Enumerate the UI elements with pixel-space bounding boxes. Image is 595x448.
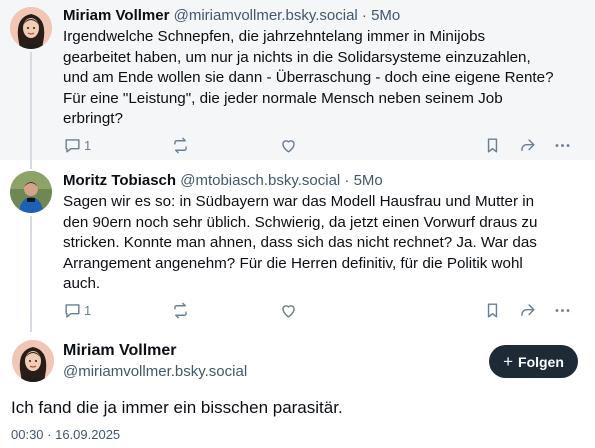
reply-icon (65, 303, 80, 318)
plus-icon: + (503, 352, 514, 371)
post-text-line: Für eine "Leistung", die jeder normale M… (63, 89, 503, 107)
more-button[interactable] (553, 133, 572, 157)
post-text-line: den 90ern noch sehr üblich. Schwierig, d… (63, 213, 538, 231)
main-post-text: Ich fand die ja immer ein bisschen paras… (11, 398, 343, 417)
post-text-line: Sagen wir es so: in Südbayern war das Mo… (63, 193, 535, 210)
follow-label: Folgen (518, 353, 564, 370)
author-name[interactable]: Moritz Tobiasch (63, 172, 176, 189)
thread-post-2[interactable]: Moritz Tobiasch @mtobiasch.bsky.social ·… (0, 160, 595, 332)
reply-count: 1 (84, 137, 92, 153)
bookmark-button[interactable] (483, 298, 502, 322)
main-post-timestamp[interactable]: 00:30 · 16.09.2025 (11, 427, 120, 442)
thread-line (30, 216, 32, 332)
post-time[interactable]: 5Mo (371, 7, 400, 24)
reply-button[interactable]: 1 (63, 298, 91, 322)
post-text-line: auch. (63, 275, 101, 292)
post-text-line: erbringt? (63, 110, 123, 127)
repost-icon (174, 302, 187, 318)
author-handle[interactable]: @mtobiasch.bsky.social (180, 172, 340, 189)
repost-button[interactable] (171, 133, 190, 157)
separator: · (344, 172, 350, 189)
thread-post-1[interactable]: Miriam Vollmer @miriamvollmer.bsky.socia… (0, 0, 595, 160)
share-icon (521, 138, 535, 151)
like-icon (282, 139, 295, 153)
avatar-woman-icon[interactable] (12, 340, 54, 382)
post-time[interactable]: 5Mo (354, 172, 383, 189)
post-actions: 1 (63, 298, 583, 322)
post-header: Miriam Vollmer @miriamvollmer.bsky.socia… (63, 6, 400, 26)
repost-button[interactable] (171, 298, 190, 322)
bookmark-icon (487, 137, 498, 153)
thread-line (30, 52, 32, 160)
main-author-name[interactable]: Miriam Vollmer (63, 342, 177, 360)
post-text-line: und am Ende wollen sie dann - Überraschu… (63, 69, 554, 86)
like-icon (282, 304, 295, 318)
post-text: Irgendwelche Schnepfen, die jahrzehntela… (63, 27, 583, 130)
post-text-line: Arrangement angenehm? Für die Herren def… (63, 254, 523, 272)
share-button[interactable] (518, 133, 537, 157)
post-text-line: stricken. Konnte man ahnen, dass sich da… (63, 234, 537, 251)
author-handle[interactable]: @miriamvollmer.bsky.social (174, 7, 358, 24)
more-icon (555, 143, 570, 147)
main-author-handle[interactable]: @miriamvollmer.bsky.social (63, 363, 247, 380)
reply-count: 1 (84, 302, 92, 318)
post-text: Sagen wir es so: in Südbayern war das Mo… (63, 192, 583, 295)
share-button[interactable] (518, 298, 537, 322)
repost-icon (174, 137, 187, 153)
more-button[interactable] (553, 298, 572, 322)
avatar-man-icon[interactable] (10, 171, 52, 213)
avatar-woman-icon[interactable] (10, 7, 52, 49)
reply-icon (65, 138, 80, 153)
reply-button[interactable]: 1 (63, 133, 91, 157)
like-button[interactable] (279, 298, 298, 322)
like-button[interactable] (279, 133, 298, 157)
separator: · (361, 7, 367, 24)
follow-button[interactable]: + Folgen (489, 345, 578, 378)
post-actions: 1 (63, 133, 583, 157)
post-header: Moritz Tobiasch @mtobiasch.bsky.social ·… (63, 171, 383, 191)
author-name[interactable]: Miriam Vollmer (63, 7, 169, 24)
more-icon (555, 308, 570, 312)
post-text-line: Irgendwelche Schnepfen, die jahrzehntela… (63, 28, 486, 45)
share-icon (521, 303, 535, 316)
thread-line (30, 160, 32, 169)
bookmark-button[interactable] (483, 133, 502, 157)
bookmark-icon (487, 302, 498, 318)
post-text-line: gearbeitet haben, um nur ja nichts in di… (63, 48, 531, 66)
